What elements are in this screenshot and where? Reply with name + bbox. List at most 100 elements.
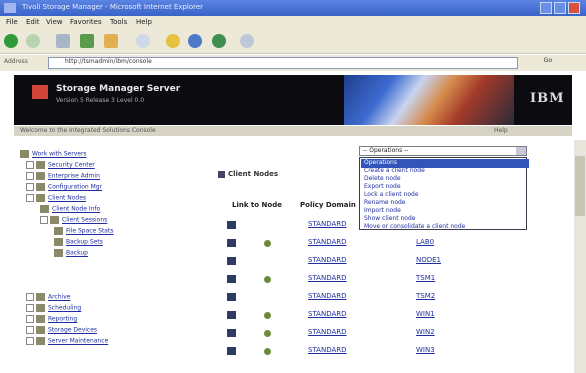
node-link[interactable]: WIN2 xyxy=(416,328,435,336)
go-button[interactable]: Go xyxy=(524,57,554,69)
table-row[interactable]: STANDARD TSM1 xyxy=(220,274,550,285)
scroll-thumb[interactable] xyxy=(575,156,585,216)
table-row[interactable]: STANDARD WIN1 xyxy=(220,310,550,321)
policy-domain-link[interactable]: STANDARD xyxy=(308,256,347,264)
link-status-icon xyxy=(264,240,271,247)
mail-icon[interactable] xyxy=(240,34,254,48)
computer-icon xyxy=(227,311,236,319)
maximize-button[interactable] xyxy=(554,2,566,14)
tree-node[interactable]: Configuration Mgr xyxy=(26,183,102,194)
menu-item[interactable]: Move or consolidate a client node xyxy=(361,223,529,232)
node-link[interactable]: WIN3 xyxy=(416,346,435,354)
tree-node[interactable]: Client Sessions xyxy=(40,216,107,227)
product-logo xyxy=(32,85,48,99)
column-header-link[interactable]: Link to Node xyxy=(232,201,282,209)
expand-icon[interactable] xyxy=(26,293,34,301)
table-row[interactable]: STANDARD LAB0 xyxy=(220,238,550,249)
tree-node[interactable]: Storage Devices xyxy=(26,326,97,337)
policy-domain-link[interactable]: STANDARD xyxy=(308,310,347,318)
collapse-icon[interactable] xyxy=(26,194,34,202)
product-subtitle: Version 5 Release 3 Level 0.0 xyxy=(56,97,145,104)
tree-node[interactable]: Security Center xyxy=(26,161,95,172)
computer-icon xyxy=(227,293,236,301)
policy-domain-link[interactable]: STANDARD xyxy=(308,292,347,300)
help-link[interactable]: Help xyxy=(494,127,508,134)
folder-icon xyxy=(20,150,29,158)
menu-view[interactable]: View xyxy=(46,18,63,26)
expand-icon[interactable] xyxy=(26,326,34,334)
tree-node[interactable]: Archive xyxy=(26,293,70,304)
minimize-button[interactable] xyxy=(540,2,552,14)
menu-edit[interactable]: Edit xyxy=(26,18,40,26)
node-link[interactable]: NODE1 xyxy=(416,256,441,264)
table-row[interactable]: STANDARD TSM2 xyxy=(220,292,550,303)
home-icon[interactable] xyxy=(104,34,118,48)
node-link[interactable]: WIN1 xyxy=(416,310,435,318)
expand-icon[interactable] xyxy=(26,337,34,345)
tree-node[interactable]: Client Nodes xyxy=(26,194,86,205)
operations-select[interactable]: -- Operations -- xyxy=(359,146,527,156)
browser-icon xyxy=(4,3,16,13)
policy-domain-link[interactable]: STANDARD xyxy=(308,220,347,228)
folder-icon xyxy=(36,194,45,202)
tree-node[interactable]: Backup Sets xyxy=(54,238,103,249)
search-icon[interactable] xyxy=(136,34,150,48)
folder-icon xyxy=(36,161,45,169)
window-title: Tivoli Storage Manager - Microsoft Inter… xyxy=(22,3,204,11)
folder-icon xyxy=(36,337,45,345)
tree-node[interactable]: Scheduling xyxy=(26,304,81,315)
computer-icon xyxy=(227,347,236,355)
policy-domain-link[interactable]: STANDARD xyxy=(308,274,347,282)
refresh-icon[interactable] xyxy=(80,34,94,48)
tree-node[interactable]: Enterprise Admin xyxy=(26,172,100,183)
node-link[interactable]: TSM2 xyxy=(416,292,435,300)
computer-icon xyxy=(227,329,236,337)
history-icon[interactable] xyxy=(212,34,226,48)
forward-icon[interactable] xyxy=(26,34,40,48)
table-row[interactable]: STANDARD WIN2 xyxy=(220,328,550,339)
tree-node[interactable]: Client Node Info xyxy=(40,205,100,216)
column-header-policy[interactable]: Policy Domain xyxy=(300,201,356,209)
folder-icon xyxy=(36,315,45,323)
window-titlebar: Tivoli Storage Manager - Microsoft Inter… xyxy=(0,0,586,16)
stop-icon[interactable] xyxy=(56,34,70,48)
menu-help[interactable]: Help xyxy=(136,18,152,26)
tree-node[interactable]: Work with Servers xyxy=(20,150,87,161)
tree-node[interactable]: Reporting xyxy=(26,315,77,326)
link-status-icon xyxy=(264,312,271,319)
menu-favorites[interactable]: Favorites xyxy=(70,18,102,26)
chevron-down-icon[interactable] xyxy=(516,147,526,155)
table-row[interactable]: STANDARD NODE1 xyxy=(220,256,550,267)
navigation-tree: Work with Servers Security Center Enterp… xyxy=(20,150,210,373)
folder-icon xyxy=(36,326,45,334)
folder-icon xyxy=(36,304,45,312)
product-title: Storage Manager Server xyxy=(56,84,181,94)
expand-icon[interactable] xyxy=(26,183,34,191)
tree-node[interactable]: Server Maintenance xyxy=(26,337,108,348)
expand-icon[interactable] xyxy=(26,172,34,180)
media-icon[interactable] xyxy=(188,34,202,48)
link-status-icon xyxy=(264,330,271,337)
favorites-icon[interactable] xyxy=(166,34,180,48)
close-button[interactable] xyxy=(568,2,580,14)
policy-domain-link[interactable]: STANDARD xyxy=(308,346,347,354)
table-row[interactable]: STANDARD WIN3 xyxy=(220,346,550,357)
expand-icon[interactable] xyxy=(26,161,34,169)
node-link[interactable]: TSM1 xyxy=(416,274,435,282)
address-input[interactable]: http://tsmadmin/ibm/console xyxy=(48,57,518,69)
address-bar: Address http://tsmadmin/ibm/console Go xyxy=(0,55,586,71)
policy-domain-link[interactable]: STANDARD xyxy=(308,238,347,246)
menu-file[interactable]: File xyxy=(6,18,18,26)
tree-node[interactable]: Backup xyxy=(54,249,88,260)
collapse-icon[interactable] xyxy=(40,216,48,224)
node-link[interactable]: LAB0 xyxy=(416,238,434,246)
policy-domain-link[interactable]: STANDARD xyxy=(308,328,347,336)
expand-icon[interactable] xyxy=(26,315,34,323)
back-icon[interactable] xyxy=(4,34,18,48)
expand-icon[interactable] xyxy=(26,304,34,312)
browser-toolbar xyxy=(0,30,586,54)
nodes-icon xyxy=(218,171,225,178)
menu-tools[interactable]: Tools xyxy=(110,18,127,26)
link-status-icon xyxy=(264,348,271,355)
tree-node[interactable]: File Space Stats xyxy=(54,227,113,238)
